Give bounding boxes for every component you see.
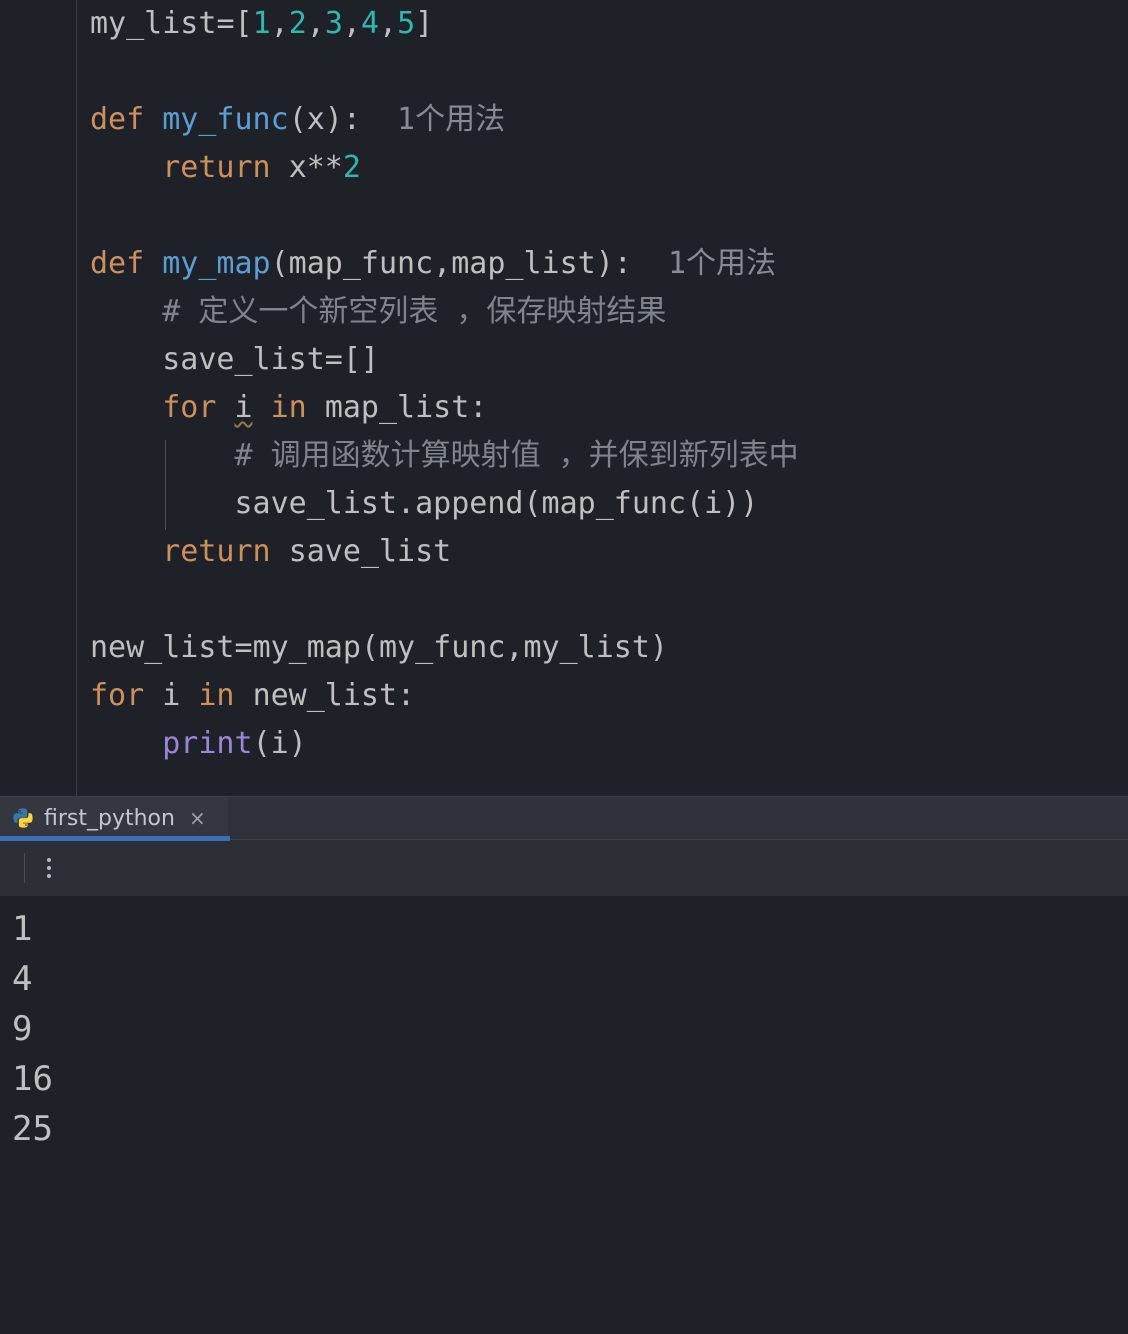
console-line: 16 xyxy=(12,1054,1112,1104)
console-line: 25 xyxy=(12,1104,1112,1154)
run-tab-label: first_python xyxy=(44,806,175,831)
active-tab-indicator xyxy=(0,836,230,841)
code-content: my_list=[1,2,3,4,5] def my_func(x): 1个用法… xyxy=(0,0,1128,768)
usage-hint: 1个用法 xyxy=(361,102,505,137)
run-tab-bar: first_python × xyxy=(0,796,1128,839)
console-line: 9 xyxy=(12,1004,1112,1054)
console-line: 4 xyxy=(12,954,1112,1004)
toolbar-separator xyxy=(24,853,25,883)
more-actions-icon[interactable] xyxy=(41,852,57,884)
usage-hint: 1个用法 xyxy=(632,246,776,281)
run-tab-first-python[interactable]: first_python × xyxy=(0,797,228,839)
editor-gutter xyxy=(0,0,77,796)
indent-guide xyxy=(165,440,166,530)
python-icon xyxy=(12,807,34,829)
close-icon[interactable]: × xyxy=(185,806,210,830)
console-line: 1 xyxy=(12,904,1112,954)
warning-token: i xyxy=(235,390,253,425)
code-token: my_list xyxy=(90,6,216,41)
code-editor[interactable]: my_list=[1,2,3,4,5] def my_func(x): 1个用法… xyxy=(0,0,1128,796)
console-output[interactable]: 1 4 9 16 25 xyxy=(0,896,1128,1174)
run-toolbar xyxy=(0,839,1128,896)
